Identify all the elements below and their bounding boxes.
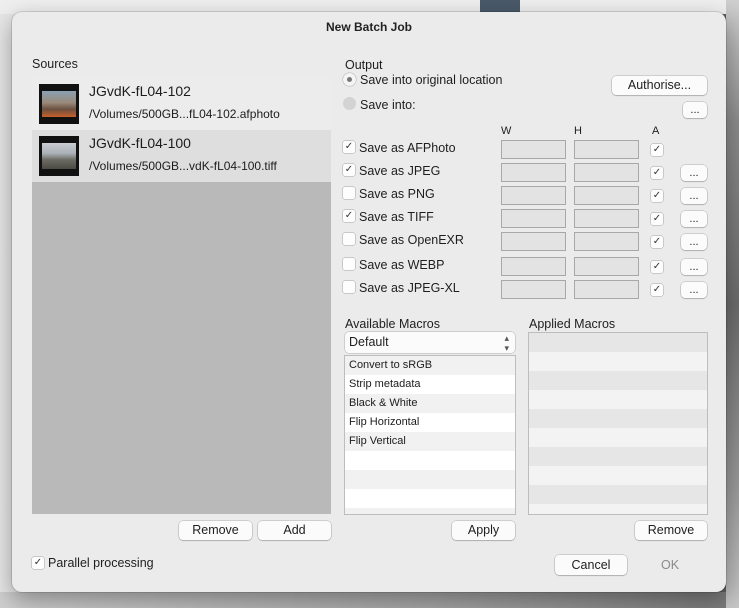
aspect-checkbox-openexr[interactable]: ✓: [651, 236, 663, 248]
empty-row: [529, 428, 707, 447]
format-label-jpeg: Save as JPEG: [359, 164, 441, 178]
updown-chevron-icon: ▴ ▾: [504, 333, 509, 353]
height-field-webp[interactable]: [574, 257, 639, 276]
source-name: JGvdK-fL04-102: [89, 83, 191, 99]
remove-macro-button[interactable]: Remove: [635, 521, 707, 540]
format-checkbox-afphoto[interactable]: ✓: [343, 141, 355, 153]
format-checkbox-jpeg[interactable]: ✓: [343, 164, 355, 176]
output-heading: Output: [345, 58, 383, 72]
new-batch-job-dialog: New Batch Job Sources JGvdK-fL04-102 /Vo…: [12, 12, 726, 592]
aspect-checkbox-afphoto[interactable]: ✓: [651, 144, 663, 156]
webp-options-button[interactable]: ...: [681, 259, 707, 275]
height-field-tiff[interactable]: [574, 209, 639, 228]
apply-macro-button[interactable]: Apply: [452, 521, 515, 540]
ok-button[interactable]: OK: [634, 555, 706, 575]
source-item[interactable]: JGvdK-fL04-100 /Volumes/500GB...vdK-fL04…: [32, 130, 331, 182]
list-item[interactable]: Black & White: [345, 394, 515, 413]
aspect-checkbox-jpeg[interactable]: ✓: [651, 167, 663, 179]
empty-row: [529, 371, 707, 390]
tiff-options-button[interactable]: ...: [681, 211, 707, 227]
format-label-afphoto: Save as AFPhoto: [359, 141, 456, 155]
width-field-webp[interactable]: [501, 257, 566, 276]
desktop-bottom-strip: [0, 592, 739, 608]
width-field-afphoto[interactable]: [501, 140, 566, 159]
source-name: JGvdK-fL04-100: [89, 135, 191, 151]
height-field-jpeg-xl[interactable]: [574, 280, 639, 299]
empty-row: [529, 390, 707, 409]
width-field-png[interactable]: [501, 186, 566, 205]
save-original-radio[interactable]: [343, 73, 356, 86]
height-field-png[interactable]: [574, 186, 639, 205]
macro-category-select[interactable]: Default ▴ ▾: [345, 332, 515, 353]
height-field-jpeg[interactable]: [574, 163, 639, 182]
save-original-label: Save into original location: [360, 73, 503, 87]
format-label-webp: Save as WEBP: [359, 258, 445, 272]
height-column-header: H: [574, 125, 582, 137]
list-item[interactable]: Flip Horizontal: [345, 413, 515, 432]
available-macros-list[interactable]: Convert to sRGB Strip metadata Black & W…: [345, 356, 515, 514]
empty-row: [529, 485, 707, 504]
width-field-tiff[interactable]: [501, 209, 566, 228]
parallel-processing-label: Parallel processing: [48, 556, 154, 570]
aspect-checkbox-jpeg-xl[interactable]: ✓: [651, 284, 663, 296]
source-path: /Volumes/500GB...vdK-fL04-100.tiff: [89, 159, 277, 173]
empty-row: [529, 352, 707, 371]
source-thumbnail: [39, 136, 79, 176]
source-thumbnail: [39, 84, 79, 124]
desktop-right-strip: [726, 0, 739, 608]
format-label-openexr: Save as OpenEXR: [359, 233, 464, 247]
save-into-radio[interactable]: [343, 97, 356, 110]
aspect-checkbox-tiff[interactable]: ✓: [651, 213, 663, 225]
height-field-openexr[interactable]: [574, 232, 639, 251]
cancel-button[interactable]: Cancel: [555, 555, 627, 575]
empty-row: [345, 451, 515, 470]
remove-source-button[interactable]: Remove: [179, 521, 252, 540]
format-checkbox-tiff[interactable]: ✓: [343, 210, 355, 222]
empty-row: [529, 333, 707, 352]
png-options-button[interactable]: ...: [681, 188, 707, 204]
format-checkbox-jpeg-xl[interactable]: [343, 281, 355, 293]
parallel-processing-checkbox[interactable]: ✓: [32, 557, 44, 569]
available-macros-heading: Available Macros: [345, 317, 440, 331]
format-label-png: Save as PNG: [359, 187, 435, 201]
list-item[interactable]: Strip metadata: [345, 375, 515, 394]
source-item[interactable]: JGvdK-fL04-102 /Volumes/500GB...fL04-102…: [32, 78, 331, 130]
format-checkbox-openexr[interactable]: [343, 233, 355, 245]
empty-row: [345, 470, 515, 489]
add-source-button[interactable]: Add: [258, 521, 331, 540]
empty-row: [529, 504, 707, 514]
empty-row: [529, 447, 707, 466]
applied-macros-heading: Applied Macros: [529, 317, 616, 331]
aspect-checkbox-png[interactable]: ✓: [651, 190, 663, 202]
width-column-header: W: [501, 125, 512, 137]
authorise-button[interactable]: Authorise...: [612, 76, 707, 95]
source-path: /Volumes/500GB...fL04-102.afphoto: [89, 107, 280, 121]
aspect-column-header: A: [652, 125, 660, 137]
format-label-tiff: Save as TIFF: [359, 210, 434, 224]
list-item[interactable]: Convert to sRGB: [345, 356, 515, 375]
choose-folder-button[interactable]: ...: [683, 102, 707, 118]
width-field-jpeg[interactable]: [501, 163, 566, 182]
format-label-jpeg-xl: Save as JPEG-XL: [359, 281, 460, 295]
list-item[interactable]: Flip Vertical: [345, 432, 515, 451]
width-field-jpeg-xl[interactable]: [501, 280, 566, 299]
empty-row: [529, 409, 707, 428]
save-into-label: Save into:: [360, 98, 416, 112]
width-field-openexr[interactable]: [501, 232, 566, 251]
height-field-afphoto[interactable]: [574, 140, 639, 159]
jpeg-xl-options-button[interactable]: ...: [681, 282, 707, 298]
format-checkbox-png[interactable]: [343, 187, 355, 199]
sources-list[interactable]: JGvdK-fL04-102 /Volumes/500GB...fL04-102…: [32, 78, 331, 514]
jpeg-options-button[interactable]: ...: [681, 165, 707, 181]
empty-row: [529, 466, 707, 485]
empty-row: [345, 508, 515, 514]
sources-heading: Sources: [32, 57, 78, 71]
openexr-options-button[interactable]: ...: [681, 234, 707, 250]
format-checkbox-webp[interactable]: [343, 258, 355, 270]
empty-row: [345, 489, 515, 508]
dialog-title: New Batch Job: [325, 20, 412, 34]
applied-macros-list[interactable]: [529, 333, 707, 514]
macro-category-value: Default: [349, 335, 389, 349]
aspect-checkbox-webp[interactable]: ✓: [651, 261, 663, 273]
